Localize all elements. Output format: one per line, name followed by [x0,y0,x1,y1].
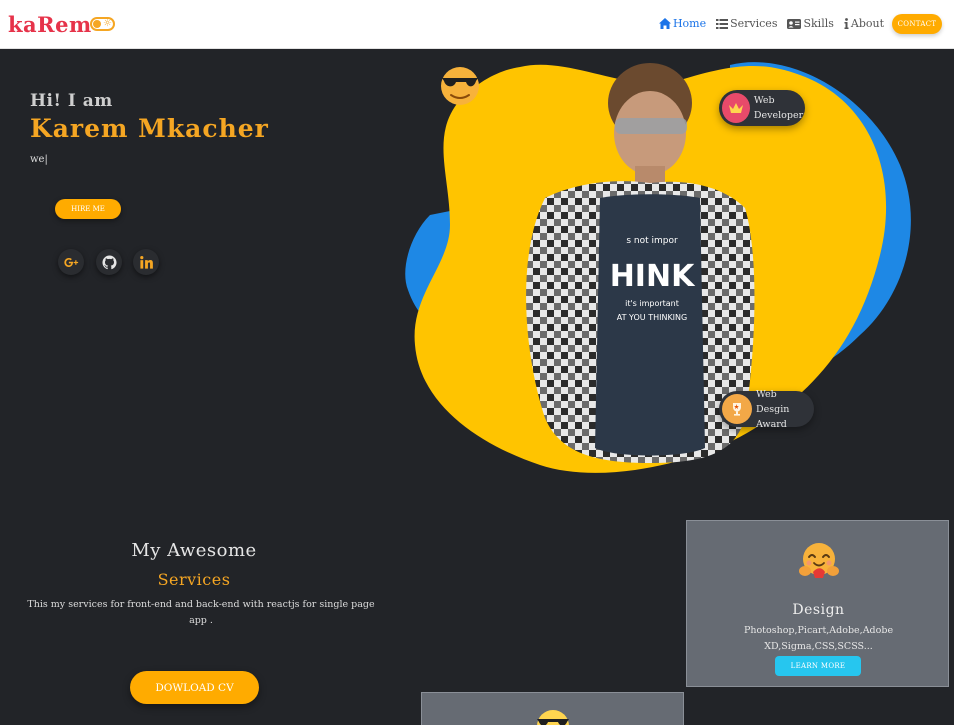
learn-more-button[interactable]: LEARN MORE [775,656,861,676]
github-icon [101,254,117,269]
download-cv-button[interactable]: DOWLOAD CV [130,671,259,704]
crown-icon [722,93,750,123]
navbar: kaRem ☼ Home Services Skills About CONTA… [0,0,954,49]
hero-greeting: Hi! I am [30,91,113,111]
brand-logo[interactable]: kaRem [8,12,92,37]
service-card-design-description: Photoshop,Picart,Adobe,Adobe XD,Sigma,CS… [743,625,894,652]
google-plus-icon [63,257,78,267]
home-icon [658,18,671,29]
hero-typed-text: we| [30,154,48,165]
service-card-2 [421,692,684,725]
svg-text:AT YOU THINKING: AT YOU THINKING [617,313,687,322]
hugging-face-icon [799,543,839,578]
svg-text:it's important: it's important [625,299,679,308]
badge-web-developer: Web Developer [719,90,805,126]
services-subtitle: Services [157,570,231,589]
toggle-knob [93,20,101,28]
list-icon [716,18,729,29]
theme-toggle[interactable]: ☼ [90,17,115,31]
linkedin-icon [139,255,153,269]
service-card-design: Design Photoshop,Picart,Adobe,Adobe XD,S… [686,520,949,687]
id-card-icon [787,18,802,29]
nav-home-label: Home [672,17,707,30]
nav-about-label: About [850,17,884,30]
nav-skills[interactable]: Skills [787,17,834,30]
svg-text:s not impor: s not impor [626,236,678,246]
nav-skills-label: Skills [803,17,834,30]
github-link[interactable] [96,249,122,275]
nav-links: Home Services Skills About [658,17,884,30]
services-title: My Awesome [131,540,257,561]
hire-me-button[interactable]: HIRE ME [55,199,121,219]
svg-text:HINK: HINK [610,259,696,294]
badge-web-developer-text: Web Developer [753,95,804,121]
contact-button[interactable]: CONTACT [892,14,942,34]
cool-face-icon [537,710,569,725]
service-card-design-title: Design [792,602,845,618]
google-plus-link[interactable] [58,249,84,275]
nav-home[interactable]: Home [658,17,707,30]
nav-about[interactable]: About [844,17,884,30]
linkedin-link[interactable] [133,249,159,275]
hero-name: Karem Mkacher [30,114,269,143]
cool-face-icon [441,67,479,105]
nav-services-label: Services [730,17,778,30]
sun-icon: ☼ [103,18,112,29]
nav-services[interactable]: Services [716,17,777,30]
badge-web-design-award-text: Web Desgin Award [756,388,790,430]
badge-web-design-award: Web Desgin Award [719,389,814,430]
trophy-icon [722,394,752,424]
services-description: This my services for front-end and back-… [27,599,375,626]
info-icon [844,18,849,29]
